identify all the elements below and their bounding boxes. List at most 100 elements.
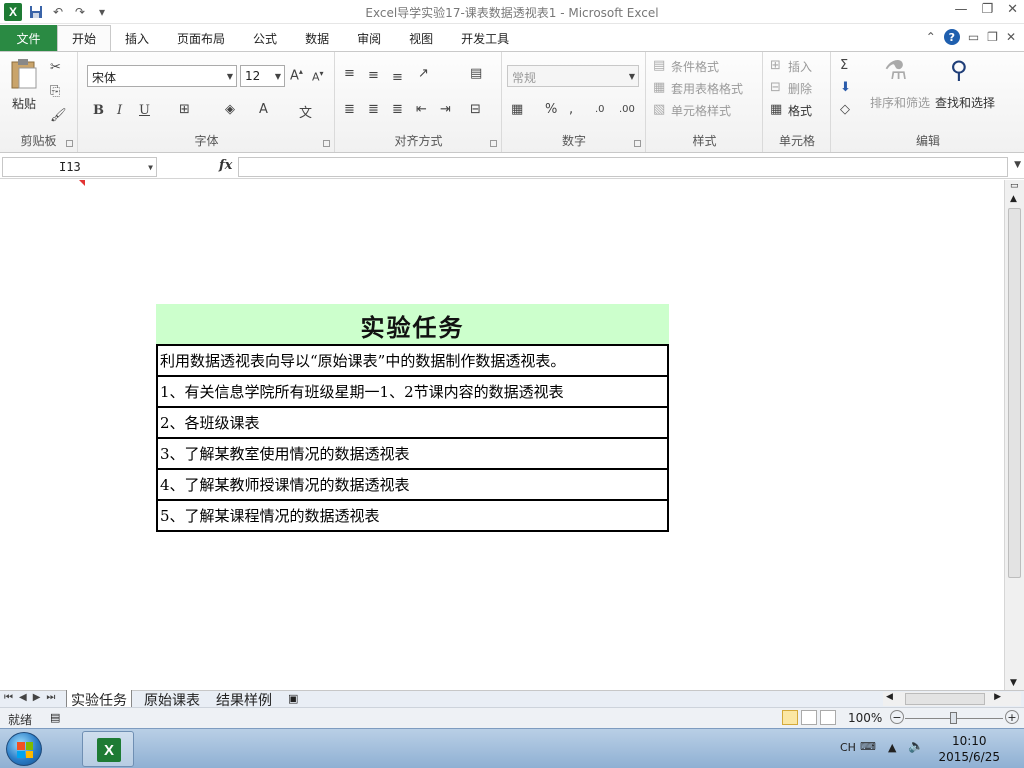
sheet-tab-task[interactable]: 实验任务 [66,690,132,709]
align-right-icon[interactable]: ≣ [392,102,403,117]
fill-icon[interactable]: ⬇ [840,80,851,95]
taskbar-excel-button[interactable]: X [82,731,134,767]
volume-icon[interactable]: 🔈 [908,739,924,754]
conditional-format-button[interactable]: 条件格式 [671,58,719,75]
accounting-format-icon[interactable]: ▦ [511,102,523,117]
zoom-level[interactable]: 100% [848,711,882,725]
first-sheet-icon[interactable]: ⏮ [4,692,13,703]
font-size-select[interactable]: 12 ▼ [240,65,285,87]
delete-cells-button[interactable]: 删除 [788,80,812,97]
ribbon-minimize-icon[interactable]: ⌃ [926,30,936,44]
start-button[interactable] [6,732,42,766]
workbook-close-icon[interactable]: ✕ [1006,30,1016,44]
task-cell[interactable]: 5、了解某课程情况的数据透视表 [156,499,669,532]
merge-center-icon[interactable]: ⊟ [470,102,481,117]
underline-icon[interactable]: U [139,103,150,118]
task-cell[interactable]: 2、各班级课表 [156,406,669,439]
paste-button[interactable]: 粘贴 [12,95,36,112]
find-select-button[interactable]: 查找和选择 [935,94,995,111]
orientation-icon[interactable]: ↗ [418,66,429,81]
formula-input[interactable] [238,157,1008,177]
show-hidden-icons-icon[interactable]: ▲ [888,741,896,754]
italic-icon[interactable]: I [117,103,122,118]
workbook-minimize-icon[interactable]: ▭ [968,30,979,44]
horizontal-scroll-thumb[interactable] [905,693,985,705]
zoom-in-icon[interactable]: + [1005,710,1019,724]
split-handle-icon[interactable]: ▭ [1010,181,1019,191]
wrap-text-icon[interactable]: ▤ [470,66,482,81]
tab-developer[interactable]: 开发工具 [447,25,523,51]
increase-font-icon[interactable]: A▴ [290,67,303,83]
phonetic-icon[interactable]: 文 [299,102,312,121]
last-sheet-icon[interactable]: ⏭ [46,692,55,703]
workbook-restore-icon[interactable]: ❐ [987,30,998,44]
scroll-right-icon[interactable]: ▶ [994,692,1001,702]
tab-home[interactable]: 开始 [57,25,112,51]
number-format-select[interactable]: 常规 ▼ [507,65,639,87]
align-center-icon[interactable]: ≣ [368,102,379,117]
number-launcher-icon[interactable] [634,140,641,147]
tab-formulas[interactable]: 公式 [239,25,291,51]
cell-styles-button[interactable]: 单元格样式 [671,102,731,119]
tab-page-layout[interactable]: 页面布局 [163,25,239,51]
macro-record-icon[interactable]: ▤ [50,711,60,724]
tab-insert[interactable]: 插入 [111,25,163,51]
task-cell[interactable]: 4、了解某教师授课情况的数据透视表 [156,468,669,501]
page-layout-view-button[interactable] [801,710,817,725]
minimize-icon[interactable]: — [954,2,967,17]
scroll-left-icon[interactable]: ◀ [886,692,893,702]
font-color-icon[interactable]: A [259,102,268,117]
fill-color-icon[interactable]: ◈ [225,102,235,117]
tab-data[interactable]: 数据 [291,25,343,51]
cut-icon[interactable]: ✂ [50,60,61,75]
comma-style-icon[interactable]: , [569,102,573,117]
percent-icon[interactable]: % [545,102,557,117]
decrease-indent-icon[interactable]: ⇤ [416,102,427,117]
increase-decimal-icon[interactable]: .0 [595,104,605,115]
font-launcher-icon[interactable] [323,140,330,147]
format-cells-button[interactable]: 格式 [788,102,812,119]
font-name-select[interactable]: 宋体 ▼ [87,65,237,87]
align-middle-icon[interactable]: ≡ [368,68,379,83]
clear-icon[interactable]: ◇ [840,102,850,117]
borders-icon[interactable]: ⊞ [179,102,190,117]
autosum-icon[interactable]: Σ [840,58,848,73]
sheet-tab-original[interactable]: 原始课表 [140,690,204,709]
worksheet[interactable]: 实验任务 利用数据透视表向导以“原始课表”中的数据制作数据透视表。 1、有关信息… [0,180,1004,690]
bold-icon[interactable]: B [93,103,104,118]
sort-filter-button[interactable]: 排序和筛选 [870,94,930,111]
decrease-decimal-icon[interactable]: .00 [619,104,635,115]
copy-icon[interactable]: ⎘ [50,84,60,99]
expand-formula-icon[interactable]: ▼ [1014,160,1021,170]
keyboard-icon[interactable]: ⌨ [860,740,876,753]
vertical-scroll-thumb[interactable] [1008,208,1021,578]
restore-icon[interactable]: ❐ [981,2,993,17]
tab-view[interactable]: 视图 [395,25,447,51]
align-left-icon[interactable]: ≣ [344,102,355,117]
insert-function-button[interactable]: fx [219,158,232,173]
scroll-down-icon[interactable]: ▼ [1010,678,1017,688]
horizontal-scrollbar[interactable]: ◀ ▶ [883,692,1021,706]
input-language[interactable]: CH [840,741,856,754]
alignment-launcher-icon[interactable] [490,140,497,147]
vertical-scrollbar[interactable]: ▭ ▲ ▼ [1004,180,1024,690]
paste-icon[interactable] [10,58,38,94]
page-break-view-button[interactable] [820,710,836,725]
clipboard-launcher-icon[interactable] [66,140,73,147]
task-cell[interactable]: 1、有关信息学院所有班级星期一1、2节课内容的数据透视表 [156,375,669,408]
task-cell[interactable]: 3、了解某教室使用情况的数据透视表 [156,437,669,470]
next-sheet-icon[interactable]: ▶ [33,692,41,703]
close-icon[interactable]: ✕ [1007,2,1018,17]
task-cell[interactable]: 利用数据透视表向导以“原始课表”中的数据制作数据透视表。 [156,344,669,377]
prev-sheet-icon[interactable]: ◀ [19,692,27,703]
align-top-icon[interactable]: ≡ [344,66,355,81]
increase-indent-icon[interactable]: ⇥ [440,102,451,117]
align-bottom-icon[interactable]: ≡ [392,70,403,85]
tab-review[interactable]: 审阅 [343,25,395,51]
clock[interactable]: 10:10 2015/6/25 [938,733,1000,765]
tab-file[interactable]: 文件 [0,25,57,51]
normal-view-button[interactable] [782,710,798,725]
name-box[interactable]: I13 ▼ [2,157,157,177]
sheet-tab-result[interactable]: 结果样例 [212,690,276,709]
format-as-table-button[interactable]: 套用表格格式 [671,80,743,97]
